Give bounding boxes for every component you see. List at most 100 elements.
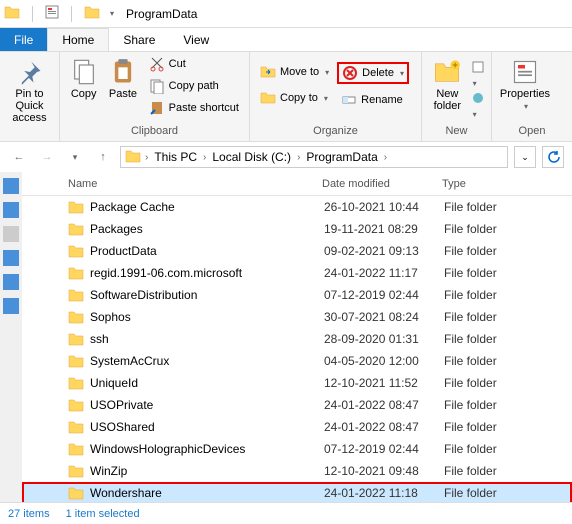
tab-file[interactable]: File bbox=[0, 28, 47, 51]
new-group-label: New bbox=[428, 125, 485, 139]
title-bar: ▾ ProgramData bbox=[0, 0, 572, 28]
column-type[interactable]: Type bbox=[442, 178, 572, 190]
status-selected-count: 1 item selected bbox=[66, 508, 140, 520]
folder-icon bbox=[4, 5, 20, 22]
file-date: 07-12-2019 02:44 bbox=[324, 288, 444, 302]
pin-to-quick-access-button[interactable]: Pin to Quick access bbox=[6, 54, 53, 128]
paste-shortcut-icon bbox=[149, 100, 165, 116]
table-row[interactable]: Packages19-11-2021 08:29File folder bbox=[22, 218, 572, 240]
file-name: USOShared bbox=[90, 420, 324, 434]
new-item-icon[interactable]: ▾ bbox=[471, 60, 485, 89]
file-date: 28-09-2020 01:31 bbox=[324, 332, 444, 346]
tab-share[interactable]: Share bbox=[109, 28, 169, 51]
file-type: File folder bbox=[444, 266, 497, 280]
copy-to-icon bbox=[260, 90, 276, 106]
crumb-programdata[interactable]: ProgramData bbox=[304, 150, 379, 164]
table-row[interactable]: SystemAcCrux04-05-2020 12:00File folder bbox=[22, 350, 572, 372]
clipboard-group-label: Clipboard bbox=[66, 125, 243, 139]
folder-icon bbox=[68, 376, 84, 390]
column-name[interactable]: Name bbox=[22, 178, 322, 190]
table-row[interactable]: Wondershare24-01-2022 11:18File folder bbox=[22, 482, 572, 502]
file-type: File folder bbox=[444, 464, 497, 478]
move-to-icon bbox=[260, 64, 276, 80]
recent-dropdown-icon[interactable]: ▾ bbox=[64, 146, 86, 168]
back-button[interactable]: ← bbox=[8, 146, 30, 168]
folder-icon bbox=[68, 354, 84, 368]
chevron-right-icon[interactable]: › bbox=[295, 152, 302, 163]
copy-path-button[interactable]: Copy path bbox=[145, 76, 243, 96]
properties-qat-icon[interactable] bbox=[45, 5, 59, 22]
folder-icon bbox=[68, 222, 84, 236]
copy-button[interactable]: Copy bbox=[66, 54, 101, 104]
file-name: regid.1991-06.com.microsoft bbox=[90, 266, 324, 280]
table-row[interactable]: WinZip12-10-2021 09:48File folder bbox=[22, 460, 572, 482]
table-row[interactable]: ProductData09-02-2021 09:13File folder bbox=[22, 240, 572, 262]
new-folder-button[interactable]: New folder bbox=[428, 54, 467, 116]
table-row[interactable]: regid.1991-06.com.microsoft24-01-2022 11… bbox=[22, 262, 572, 284]
table-row[interactable]: ssh28-09-2020 01:31File folder bbox=[22, 328, 572, 350]
cut-button[interactable]: Cut bbox=[145, 54, 243, 74]
file-rows: Package Cache26-10-2021 10:44File folder… bbox=[22, 196, 572, 502]
tab-home[interactable]: Home bbox=[47, 28, 109, 51]
table-row[interactable]: UniqueId12-10-2021 11:52File folder bbox=[22, 372, 572, 394]
file-type: File folder bbox=[444, 420, 497, 434]
paste-button[interactable]: Paste bbox=[105, 54, 140, 104]
crumb-localdisk[interactable]: Local Disk (C:) bbox=[210, 150, 293, 164]
ribbon-tabs: File Home Share View bbox=[0, 28, 572, 52]
column-date[interactable]: Date modified bbox=[322, 178, 442, 190]
delete-icon bbox=[342, 65, 358, 81]
chevron-right-icon[interactable]: › bbox=[201, 152, 208, 163]
cut-icon bbox=[149, 56, 165, 72]
refresh-icon bbox=[546, 150, 560, 164]
file-type: File folder bbox=[444, 354, 497, 368]
qat-dropdown-icon[interactable]: ▾ bbox=[110, 9, 114, 18]
file-name: UniqueId bbox=[90, 376, 324, 390]
file-name: SoftwareDistribution bbox=[90, 288, 324, 302]
list-header[interactable]: Name Date modified Type bbox=[22, 172, 572, 196]
dropdown-button[interactable]: ⌄ bbox=[514, 146, 536, 168]
chevron-right-icon[interactable]: › bbox=[382, 152, 389, 163]
table-row[interactable]: Package Cache26-10-2021 10:44File folder bbox=[22, 196, 572, 218]
folder-icon bbox=[68, 398, 84, 412]
folder-icon bbox=[68, 310, 84, 324]
folder-icon bbox=[68, 332, 84, 346]
file-type: File folder bbox=[444, 398, 497, 412]
file-name: WinZip bbox=[90, 464, 324, 478]
file-type: File folder bbox=[444, 222, 497, 236]
table-row[interactable]: USOPrivate24-01-2022 08:47File folder bbox=[22, 394, 572, 416]
file-type: File folder bbox=[444, 376, 497, 390]
paste-shortcut-button[interactable]: Paste shortcut bbox=[145, 98, 243, 118]
folder-qat-icon[interactable] bbox=[84, 5, 100, 22]
move-to-button[interactable]: Move to▾ bbox=[256, 62, 333, 82]
file-date: 24-01-2022 11:17 bbox=[324, 266, 444, 280]
refresh-button[interactable] bbox=[542, 146, 564, 168]
up-button[interactable]: ↑ bbox=[92, 146, 114, 168]
file-date: 19-11-2021 08:29 bbox=[324, 222, 444, 236]
easy-access-icon[interactable]: ▾ bbox=[471, 91, 485, 120]
navigation-pane[interactable] bbox=[0, 172, 22, 502]
delete-button[interactable]: Delete▾ bbox=[337, 62, 409, 84]
copy-to-button[interactable]: Copy to▾ bbox=[256, 88, 333, 108]
table-row[interactable]: USOShared24-01-2022 08:47File folder bbox=[22, 416, 572, 438]
crumb-thispc[interactable]: This PC bbox=[152, 150, 199, 164]
chevron-right-icon[interactable]: › bbox=[143, 152, 150, 163]
forward-button[interactable]: → bbox=[36, 146, 58, 168]
table-row[interactable]: SoftwareDistribution07-12-2019 02:44File… bbox=[22, 284, 572, 306]
folder-icon bbox=[68, 266, 84, 280]
tab-view[interactable]: View bbox=[169, 28, 223, 51]
breadcrumb[interactable]: › This PC › Local Disk (C:) › ProgramDat… bbox=[120, 146, 508, 168]
rename-button[interactable]: Rename bbox=[337, 90, 409, 110]
table-row[interactable]: Sophos30-07-2021 08:24File folder bbox=[22, 306, 572, 328]
file-name: USOPrivate bbox=[90, 398, 324, 412]
file-name: Wondershare bbox=[90, 486, 324, 500]
properties-button[interactable]: Properties▾ bbox=[498, 54, 552, 115]
file-date: 24-01-2022 08:47 bbox=[324, 420, 444, 434]
pin-icon bbox=[16, 58, 44, 86]
table-row[interactable]: WindowsHolographicDevices07-12-2019 02:4… bbox=[22, 438, 572, 460]
separator bbox=[32, 6, 33, 22]
separator bbox=[71, 6, 72, 22]
paste-icon bbox=[109, 58, 137, 86]
status-bar: 27 items 1 item selected bbox=[0, 502, 572, 524]
file-date: 30-07-2021 08:24 bbox=[324, 310, 444, 324]
file-list: Name Date modified Type Package Cache26-… bbox=[22, 172, 572, 502]
